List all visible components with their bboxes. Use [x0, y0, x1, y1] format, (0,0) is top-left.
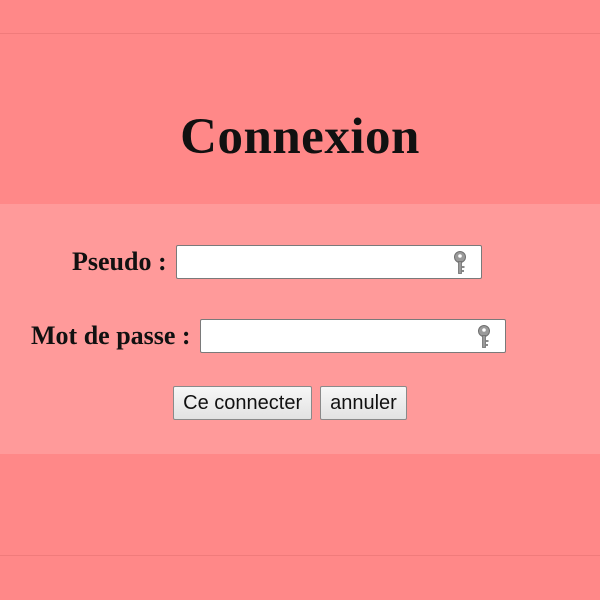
top-divider: [0, 33, 600, 34]
form-actions: Ce connecter annuler: [0, 386, 580, 420]
cancel-button[interactable]: annuler: [320, 386, 407, 420]
login-form: Pseudo : Mot de passe : Ce connecter ann…: [0, 204, 600, 454]
pseudo-input[interactable]: [176, 246, 481, 278]
password-field[interactable]: [199, 319, 506, 353]
pseudo-row: Pseudo :: [72, 244, 482, 280]
password-label: Mot de passe :: [31, 321, 191, 350]
page-title: Connexion: [180, 109, 420, 165]
bottom-divider: [0, 555, 600, 556]
key-icon[interactable]: [453, 251, 467, 275]
password-row: Mot de passe :: [31, 318, 506, 354]
key-icon[interactable]: [477, 325, 491, 349]
pseudo-field[interactable]: [175, 245, 482, 279]
pseudo-label: Pseudo :: [72, 247, 167, 276]
submit-button[interactable]: Ce connecter: [173, 386, 313, 420]
password-input[interactable]: [200, 320, 505, 352]
